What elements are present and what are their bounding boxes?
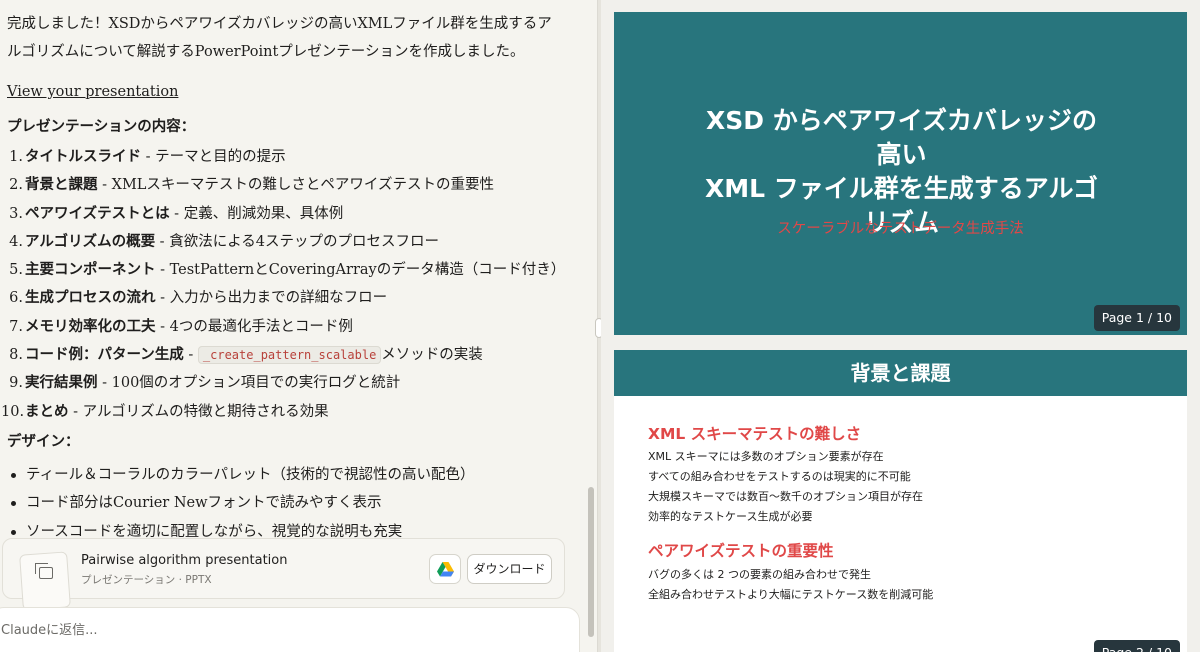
item-title: まとめ bbox=[25, 402, 69, 420]
slide-1: XSD からペアワイズカバレッジの 高い XML ファイル群を生成するアルゴ リ… bbox=[614, 12, 1187, 335]
contents-list-item: 1. タイトルスライド - テーマと目的の提示 bbox=[7, 143, 582, 171]
contents-heading: プレゼンテーションの内容： bbox=[7, 118, 196, 135]
item-description: - テーマと目的の提示 bbox=[141, 149, 286, 165]
slide-2: 背景と課題 XML スキーマテストの難しさ XML スキーマには多数のオプション… bbox=[614, 350, 1187, 652]
design-heading: デザイン： bbox=[7, 432, 80, 450]
contents-list-item: 2. 背景と課題 - XMLスキーマテストの難しさとペアワイズテストの重要性 bbox=[7, 171, 582, 199]
item-description: - 100個のオプション項目での実行ログと統計 bbox=[97, 375, 401, 392]
item-title: 実行結果例 bbox=[25, 374, 98, 392]
design-list-item: ティール＆コーラルのカラーパレット（技術的で視認性の高い配色） bbox=[7, 461, 582, 490]
reply-input[interactable] bbox=[1, 623, 561, 638]
item-number: 10. bbox=[1, 403, 25, 420]
item-number: 4. bbox=[9, 233, 23, 250]
intro-line-1: 完成しました！XSDからペアワイズカバレッジの高いXMLファイル群を生成するア bbox=[7, 16, 552, 32]
item-number: 7. bbox=[9, 318, 23, 335]
download-button[interactable]: ダウンロード bbox=[467, 554, 552, 584]
file-subtitle: プレゼンテーション · PPTX bbox=[81, 574, 212, 586]
contents-list-item: 9. 実行結果例 - 100個のオプション項目での実行ログと統計 bbox=[7, 369, 582, 397]
preview-pane: XSD からペアワイズカバレッジの 高い XML ファイル群を生成するアルゴ リ… bbox=[601, 0, 1200, 652]
slide-2-line: XML スキーマには多数のオプション要素が存在 bbox=[648, 450, 884, 463]
assistant-message: 完成しました！XSDからペアワイズカバレッジの高いXMLファイル群を生成するア … bbox=[1, 10, 582, 547]
item-description: - アルゴリズムの特徴と期待される効果 bbox=[68, 403, 329, 420]
item-description: - 貪欲法による4ステップのプロセスフロー bbox=[155, 233, 439, 250]
intro-line-2: ルゴリズムについて解説するPowerPointプレゼンテーションを作成しました。 bbox=[7, 44, 525, 60]
file-thumbnail bbox=[19, 551, 71, 611]
item-number: 3. bbox=[9, 205, 23, 222]
file-title: Pairwise algorithm presentation bbox=[81, 553, 288, 568]
item-title: 生成プロセスの流れ bbox=[25, 289, 156, 307]
contents-list-item: 6. 生成プロセスの流れ - 入力から出力までの詳細なフロー bbox=[7, 284, 582, 312]
item-title: アルゴリズムの概要 bbox=[25, 232, 156, 250]
chat-pane: 完成しました！XSDからペアワイズカバレッジの高いXMLファイル群を生成するア … bbox=[0, 0, 597, 652]
slide-2-section-1-title: XML スキーマテストの難しさ bbox=[648, 425, 862, 443]
contents-list: 1. タイトルスライド - テーマと目的の提示 2. 背景と課題 - XMLスキーマテ… bbox=[1, 143, 582, 426]
design-list-item: コード部分はCourier Newフォントで読みやすく表示 bbox=[7, 489, 582, 518]
page-badge: Page 1 / 10 bbox=[1093, 305, 1180, 331]
slide-2-section-2-title: ペアワイズテストの重要性 bbox=[648, 542, 834, 560]
page-badge: Page 2 / 10 bbox=[1093, 640, 1180, 652]
slide-2-line: 効率的なテストケース生成が必要 bbox=[648, 510, 813, 523]
chat-scrollbar[interactable] bbox=[588, 487, 594, 637]
item-title: ペアワイズテストとは bbox=[25, 204, 170, 222]
slide-2-header: 背景と課題 bbox=[614, 350, 1187, 396]
item-title: メモリ効率化の工夫 bbox=[25, 317, 156, 335]
item-title: コード例：パターン生成 bbox=[25, 346, 184, 364]
design-list: ティール＆コーラルのカラーパレット（技術的で視認性の高い配色） コード部分はCou… bbox=[7, 461, 582, 547]
contents-list-item: 10.まとめ - アルゴリズムの特徴と期待される効果 bbox=[1, 398, 582, 426]
contents-list-item: 4. アルゴリズムの概要 - 貪欲法による4ステップのプロセスフロー bbox=[7, 228, 582, 256]
item-description: - 入力から出力までの詳細なフロー bbox=[155, 290, 388, 307]
item-description: - XMLスキーマテストの難しさとペアワイズテストの重要性 bbox=[97, 177, 494, 194]
contents-list-item: 5. 主要コンポーネント - TestPatternとCoveringArrayの… bbox=[7, 256, 582, 284]
item-number: 5. bbox=[9, 262, 23, 279]
intro-text: 完成しました！XSDからペアワイズカバレッジの高いXMLファイル群を生成するア … bbox=[7, 10, 582, 66]
google-drive-icon bbox=[437, 562, 454, 577]
slide-2-line: すべての組み合わせをテストするのは現実的に不可能 bbox=[648, 470, 911, 483]
item-description: - 定義、削減効果、具体例 bbox=[169, 205, 344, 222]
item-description: - 4つの最適化手法とコード例 bbox=[155, 318, 353, 335]
presentation-file-icon bbox=[35, 563, 53, 579]
slide-2-line: バグの多くは 2 つの要素の組み合わせで発生 bbox=[648, 568, 871, 581]
reply-box bbox=[0, 607, 580, 652]
file-attachment-card[interactable]: Pairwise algorithm presentation プレゼンテーショ… bbox=[2, 538, 565, 611]
slide-2-line: 全組み合わせテストより大幅にテストケース数を削減可能 bbox=[648, 588, 934, 601]
contents-list-item: 7. メモリ効率化の工夫 - 4つの最適化手法とコード例 bbox=[7, 313, 582, 341]
item-title: タイトルスライド bbox=[25, 148, 141, 165]
slide-2-line: 大規模スキーマでは数百〜数千のオプション項目が存在 bbox=[648, 490, 923, 503]
item-description: - TestPatternとCoveringArrayのデータ構造（コード付き） bbox=[155, 262, 566, 279]
item-number: 8. bbox=[9, 347, 23, 364]
item-number: 9. bbox=[9, 375, 23, 392]
item-description: - bbox=[183, 347, 198, 364]
item-title: 背景と課題 bbox=[25, 176, 98, 194]
view-presentation-link[interactable]: View your presentation bbox=[7, 78, 178, 106]
contents-list-item: 3. ペアワイズテストとは - 定義、削減効果、具体例 bbox=[7, 200, 582, 228]
item-number: 1. bbox=[9, 149, 23, 165]
slide-1-subtitle: スケーラブルなテストデータ生成手法 bbox=[777, 221, 1024, 237]
item-number: 2. bbox=[9, 177, 23, 194]
contents-list-item: 8. コード例：パターン生成 - _create_pattern_scalable… bbox=[7, 341, 582, 369]
google-drive-button[interactable] bbox=[429, 554, 461, 584]
inline-code: _create_pattern_scalable bbox=[197, 346, 382, 365]
item-number: 6. bbox=[9, 290, 23, 307]
item-title: 主要コンポーネント bbox=[25, 261, 156, 279]
item-description-suffix: メソッドの実装 bbox=[381, 347, 483, 364]
